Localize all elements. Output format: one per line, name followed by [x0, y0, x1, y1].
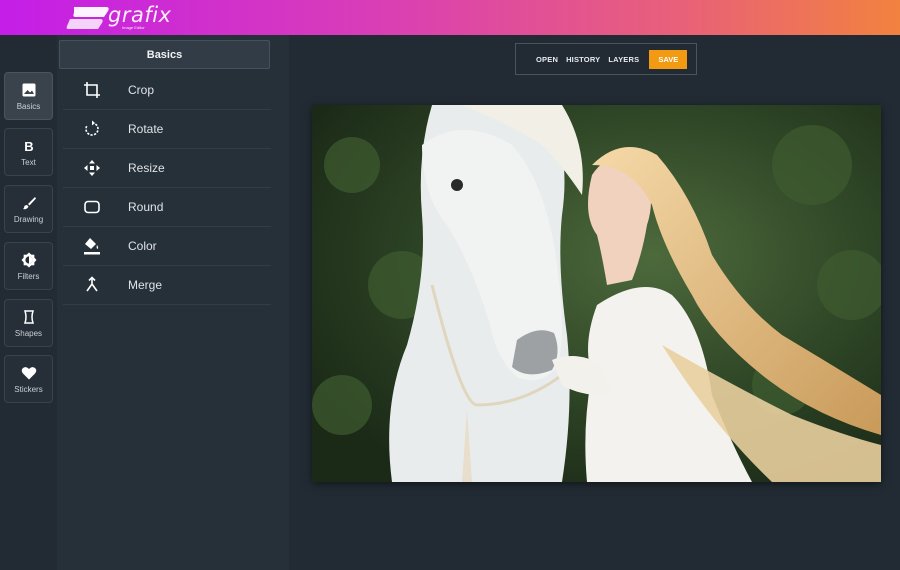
rail-item-basics[interactable]: Basics	[4, 72, 53, 120]
category-rail: Basics B Text Drawing Filters Shapes Sti…	[0, 35, 57, 570]
panel-title: Basics	[59, 40, 270, 69]
rotate-icon	[85, 120, 99, 136]
app-name: grafix	[108, 3, 172, 27]
shape-icon	[23, 309, 34, 324]
tool-label: Rotate	[128, 122, 164, 136]
rail-item-label: Text	[21, 157, 36, 167]
logo-icon	[66, 7, 109, 29]
photo-horse-and-woman	[312, 105, 881, 482]
tool-resize[interactable]: Resize	[63, 149, 271, 188]
layers-button[interactable]: LAYERS	[608, 55, 639, 64]
editor-workspace: OPEN HISTORY LAYERS SAVE	[289, 35, 900, 570]
rail-item-label: Shapes	[14, 328, 43, 338]
open-button[interactable]: OPEN	[536, 55, 558, 64]
contrast-icon	[21, 252, 36, 267]
tool-rotate[interactable]: Rotate	[63, 110, 271, 149]
rail-item-label: Stickers	[14, 384, 43, 394]
image-canvas[interactable]	[312, 105, 881, 482]
rail-item-label: Filters	[17, 271, 40, 281]
tool-merge[interactable]: Merge	[63, 266, 271, 305]
save-button[interactable]: SAVE	[649, 49, 688, 69]
svg-text:B: B	[24, 139, 33, 154]
bold-b-icon: B	[24, 139, 33, 154]
tool-label: Resize	[128, 161, 165, 175]
top-toolbar: OPEN HISTORY LAYERS SAVE	[515, 43, 697, 75]
rail-item-filters[interactable]: Filters	[4, 242, 53, 290]
tool-crop[interactable]: Crop	[63, 71, 271, 110]
rail-item-drawing[interactable]: Drawing	[4, 185, 53, 233]
history-button[interactable]: HISTORY	[566, 55, 600, 64]
crop-icon	[84, 82, 100, 98]
rail-item-label: Drawing	[13, 214, 44, 224]
tool-color[interactable]: Color	[63, 227, 271, 266]
image-icon	[22, 83, 35, 96]
merge-icon	[86, 276, 98, 292]
tool-label: Round	[128, 200, 164, 214]
rail-item-shapes[interactable]: Shapes	[4, 299, 53, 347]
tool-label: Merge	[128, 278, 163, 292]
app-logo[interactable]: grafix Image Editor	[66, 3, 171, 32]
heart-icon	[21, 366, 36, 379]
rail-item-text[interactable]: B Text	[4, 128, 53, 176]
paint-bucket-icon	[84, 238, 100, 255]
top-bar: grafix Image Editor	[0, 0, 900, 35]
tools-panel: Basics Crop Rotate Resize Round Color Me…	[57, 35, 289, 570]
tool-label: Color	[128, 239, 157, 253]
app-tagline: Image Editor	[122, 25, 145, 30]
brush-icon	[22, 196, 36, 209]
rail-item-stickers[interactable]: Stickers	[4, 355, 53, 403]
tool-round[interactable]: Round	[63, 188, 271, 227]
resize-icon	[84, 160, 100, 176]
rail-item-label: Basics	[16, 101, 41, 111]
tool-label: Crop	[128, 83, 155, 97]
round-corners-icon	[84, 200, 100, 214]
